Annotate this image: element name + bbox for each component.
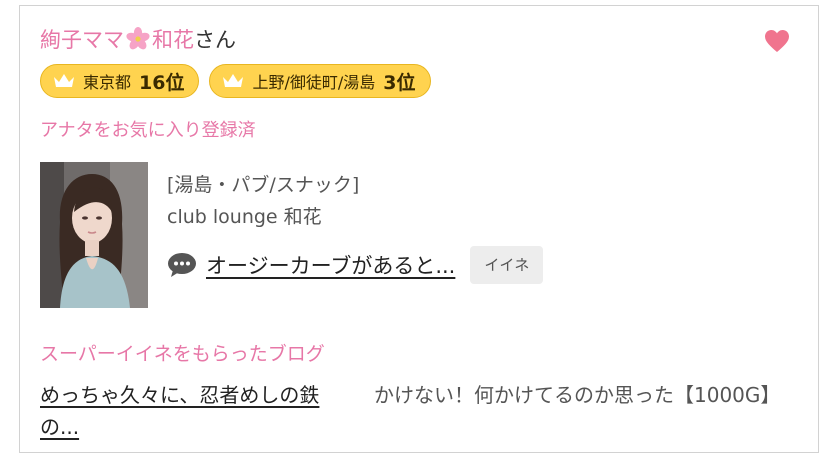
iine-button[interactable]: イイネ [470, 246, 544, 284]
profile-photo-image [40, 162, 148, 308]
cherry-blossom-icon [126, 27, 150, 50]
user-honorific: さん [194, 28, 236, 52]
ranking-badge-tokyo[interactable]: 東京都 16位 [40, 64, 200, 98]
speech-bubble-icon [168, 253, 196, 277]
shop-name[interactable]: club lounge 和花 [167, 202, 322, 229]
ranking-area: 東京都 [83, 73, 132, 92]
comment-link[interactable]: オージーカーブがあると... [206, 250, 455, 280]
shop-category: [湯島・パブ/スナック] [167, 174, 360, 196]
blog-title-link[interactable]: めっちゃ久々に、忍者めしの鉄の... [40, 379, 358, 443]
profile-card: 絢子ママ 和花さん 東京都 16位 上野/御徒町/湯島 3位 アナタをお気に入り… [19, 5, 819, 453]
ranking-area: 上野/御徒町/湯島 [252, 73, 376, 92]
blog-excerpt: かけない！何かけてるのか思った【1000G】 [374, 383, 781, 407]
ranking-position: 16位 [139, 71, 185, 94]
ranking-badge-ueno[interactable]: 上野/御徒町/湯島 3位 [209, 64, 431, 98]
comment-row: オージーカーブがあると... イイネ [167, 246, 544, 284]
super-iine-title: スーパーイイネをもらったブログ [40, 343, 325, 365]
heart-icon[interactable] [764, 29, 790, 53]
ranking-position: 3位 [383, 71, 416, 94]
user-name-part2: 和花 [152, 28, 194, 52]
user-name: 絢子ママ 和花さん [40, 26, 236, 54]
crown-icon [223, 74, 244, 87]
ranking-badges: 東京都 16位 上野/御徒町/湯島 3位 [40, 64, 431, 98]
favorite-status: アナタをお気に入り登録済 [40, 120, 256, 141]
profile-photo[interactable] [40, 162, 148, 308]
user-name-part1: 絢子ママ [40, 28, 124, 52]
crown-icon [54, 74, 74, 87]
